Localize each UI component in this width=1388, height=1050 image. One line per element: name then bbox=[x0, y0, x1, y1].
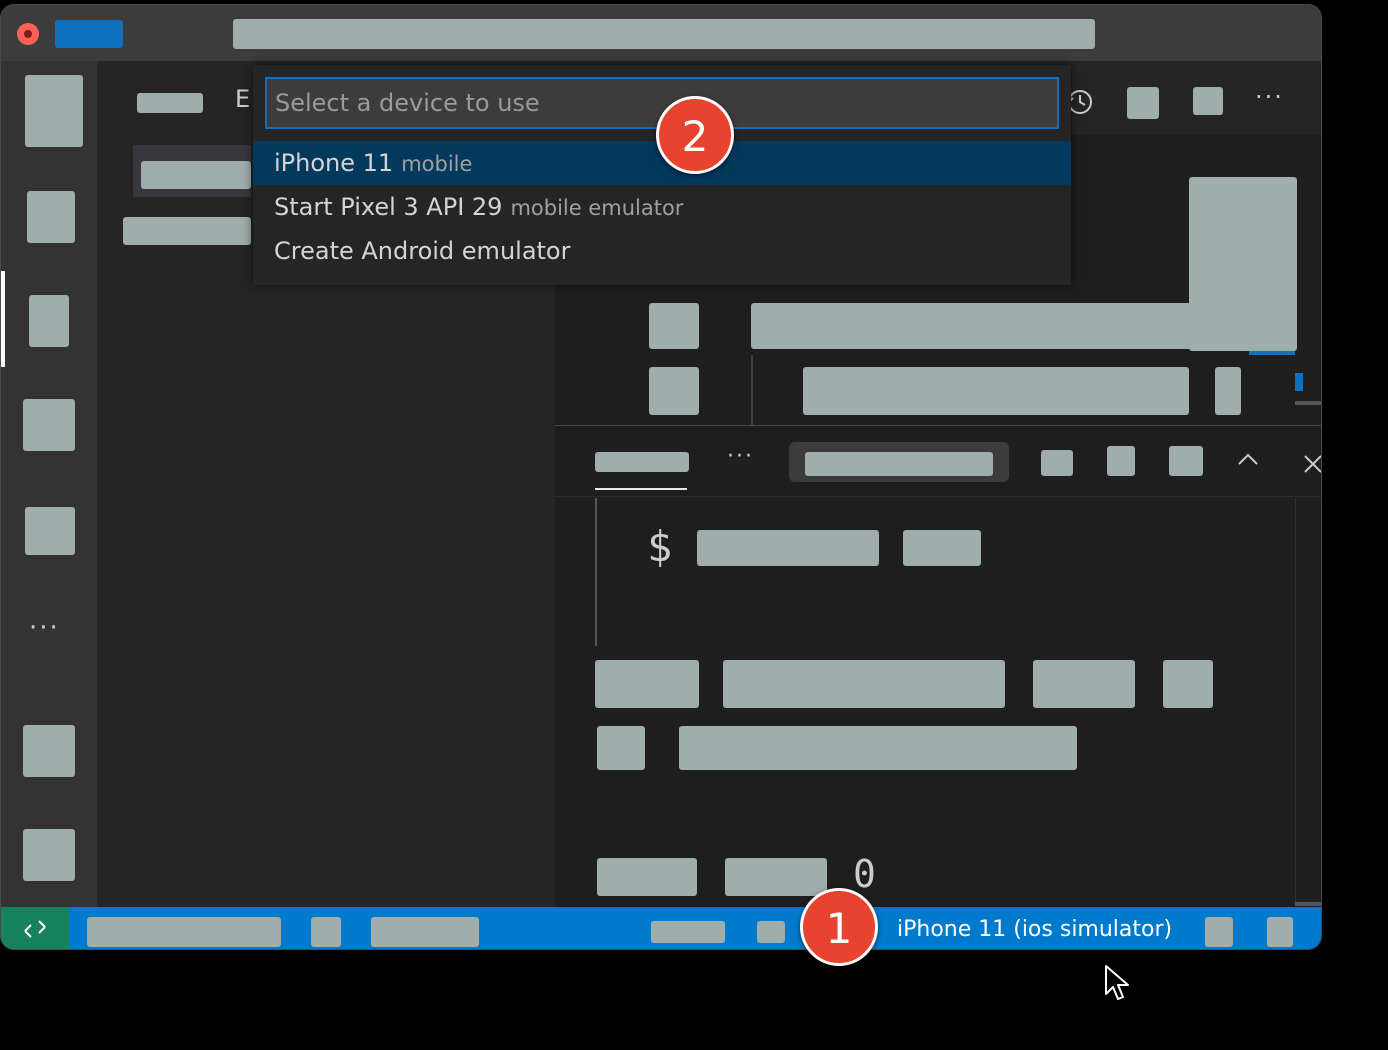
scrollbar-track bbox=[1295, 401, 1321, 405]
status-bar: iPhone 11 (ios simulator) bbox=[1, 907, 1321, 949]
accounts-icon[interactable] bbox=[23, 725, 75, 777]
title-bar bbox=[1, 5, 1321, 61]
quick-pick-item-label: iPhone 11 bbox=[274, 149, 394, 177]
toggle-layout-icon[interactable] bbox=[1193, 87, 1223, 115]
quick-pick-item-label: Create Android emulator bbox=[274, 237, 571, 265]
quick-pick-item-label: Start Pixel 3 API 29 bbox=[274, 193, 503, 221]
terminal-digit: 0 bbox=[853, 852, 876, 896]
chevron-up-icon[interactable] bbox=[1237, 452, 1259, 466]
quick-pick-item-description: mobile emulator bbox=[510, 196, 684, 220]
minimap-slider bbox=[1249, 351, 1295, 355]
terminal-output bbox=[1163, 660, 1213, 708]
terminal-output bbox=[725, 858, 827, 896]
terminal-scroll-marker bbox=[1295, 902, 1321, 906]
device-quick-pick: iPhone 11 mobile Start Pixel 3 API 29 mobi… bbox=[253, 65, 1071, 285]
source-control-icon[interactable] bbox=[29, 295, 69, 347]
minimap bbox=[1189, 177, 1297, 351]
terminal-output bbox=[1033, 660, 1135, 708]
terminal-output bbox=[595, 660, 699, 708]
kill-terminal-icon[interactable] bbox=[1169, 446, 1203, 476]
annotation-badge-1: 1 bbox=[800, 888, 878, 966]
terminal-panel: ··· $ 0 bbox=[555, 425, 1322, 907]
quick-pick-item-description: mobile bbox=[401, 152, 473, 176]
terminal-dropdown-label bbox=[805, 452, 993, 476]
extensions-icon[interactable] bbox=[25, 507, 75, 555]
status-feedback-icon[interactable] bbox=[1205, 917, 1233, 947]
terminal-output bbox=[723, 660, 1005, 708]
minimap-marker bbox=[1295, 373, 1303, 391]
terminal-dropdown[interactable] bbox=[789, 442, 1009, 482]
search-icon[interactable] bbox=[27, 191, 75, 243]
code-line bbox=[751, 303, 1191, 349]
explorer-icon[interactable] bbox=[25, 75, 83, 147]
sidebar-selected-row[interactable] bbox=[133, 145, 251, 197]
panel-more-icon[interactable]: ··· bbox=[727, 444, 754, 469]
title-bar-accent bbox=[55, 20, 123, 48]
panel-tab-underline bbox=[595, 488, 687, 490]
panel-header-divider bbox=[555, 496, 1321, 497]
status-notifications-icon[interactable] bbox=[1267, 917, 1293, 947]
close-dot-icon bbox=[24, 30, 32, 38]
more-views-icon[interactable]: ··· bbox=[29, 613, 60, 643]
terminal-gutter bbox=[595, 498, 597, 646]
terminal-scrollbar bbox=[1295, 498, 1296, 902]
sidebar-item-label bbox=[141, 161, 251, 189]
terminal-command-arg bbox=[903, 530, 981, 566]
code-gutter-block bbox=[649, 303, 699, 349]
code-line bbox=[803, 367, 1189, 415]
panel-tab-terminal[interactable] bbox=[595, 452, 689, 472]
new-terminal-icon[interactable] bbox=[1041, 450, 1073, 476]
split-editor-icon[interactable] bbox=[1127, 87, 1159, 119]
more-actions-icon[interactable]: ··· bbox=[1255, 83, 1284, 111]
status-problems[interactable] bbox=[371, 917, 479, 947]
status-branch[interactable] bbox=[87, 917, 281, 947]
indent-guide bbox=[751, 355, 753, 425]
annotation-badge-2: 2 bbox=[656, 96, 734, 174]
sidebar-title bbox=[137, 93, 203, 113]
status-device-selector[interactable]: iPhone 11 (ios simulator) bbox=[897, 915, 1172, 945]
sidebar-title-fragment: E bbox=[235, 85, 251, 113]
activity-bar: ··· bbox=[1, 61, 97, 907]
window-title bbox=[233, 19, 1095, 49]
remote-icon bbox=[24, 920, 46, 938]
close-icon[interactable] bbox=[1303, 454, 1322, 474]
remote-indicator[interactable] bbox=[1, 907, 69, 949]
code-gutter-block bbox=[649, 367, 699, 415]
code-line-end bbox=[1215, 367, 1241, 415]
terminal-prompt: $ bbox=[647, 522, 673, 571]
sidebar-item[interactable] bbox=[123, 217, 251, 245]
terminal-output bbox=[679, 726, 1077, 770]
quick-pick-item-pixel-3[interactable]: Start Pixel 3 API 29 mobile emulator bbox=[253, 185, 1071, 229]
status-item[interactable] bbox=[651, 921, 725, 943]
quick-pick-item-create-emulator[interactable]: Create Android emulator bbox=[253, 229, 1071, 273]
mouse-cursor-icon bbox=[1105, 965, 1129, 1000]
active-indicator bbox=[1, 271, 5, 367]
run-debug-icon[interactable] bbox=[23, 399, 75, 451]
status-sync[interactable] bbox=[311, 917, 341, 947]
terminal-output bbox=[597, 726, 645, 770]
manage-gear-icon[interactable] bbox=[23, 829, 75, 881]
close-window-button[interactable] bbox=[17, 23, 39, 45]
terminal-command bbox=[697, 530, 879, 566]
terminal-output bbox=[597, 858, 697, 896]
status-item[interactable] bbox=[757, 921, 785, 943]
split-terminal-icon[interactable] bbox=[1107, 446, 1135, 476]
